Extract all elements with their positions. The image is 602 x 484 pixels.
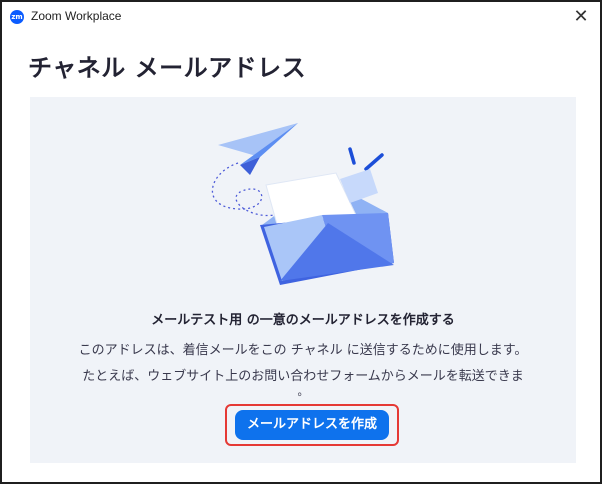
page-title: チャネル メールアドレス	[28, 54, 307, 82]
paper-plane-envelope-icon	[211, 123, 394, 285]
description-line-2: たとえば、ウェブサイト上のお問い合わせフォームからメールを転送できま	[82, 369, 524, 384]
close-button[interactable]: ✕	[570, 6, 592, 28]
section-heading: メールテスト用 の一意のメールアドレスを作成する	[151, 313, 455, 328]
dialog-window: zm Zoom Workplace ✕ チャネル メールアドレス メールテスト用…	[0, 0, 602, 484]
app-title: Zoom Workplace	[31, 9, 122, 23]
description-line-3: 。	[297, 385, 309, 398]
content-panel: メールテスト用 の一意のメールアドレスを作成する このアドレスは、着信メールをこ…	[30, 97, 576, 463]
zoom-logo-icon: zm	[10, 10, 24, 24]
create-email-address-button[interactable]: メールアドレスを作成	[235, 410, 389, 440]
title-bar: zm Zoom Workplace ✕	[2, 2, 600, 32]
description-line-1: このアドレスは、着信メールをこの チャネル に送信するために使用します。	[78, 343, 528, 358]
